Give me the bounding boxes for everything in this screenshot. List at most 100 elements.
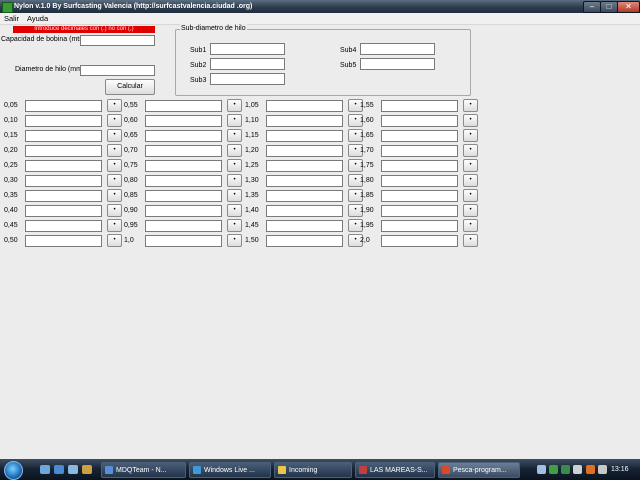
- diameter-result-input[interactable]: [145, 145, 222, 157]
- diameter-result-input[interactable]: [145, 175, 222, 187]
- menu-salir[interactable]: Salir: [4, 14, 19, 24]
- diameter-result-input[interactable]: [381, 160, 458, 172]
- minimize-button[interactable]: –: [583, 1, 601, 13]
- tray-shield-icon[interactable]: [549, 465, 558, 474]
- diameter-calc-button[interactable]: •: [463, 174, 478, 187]
- diameter-calc-button[interactable]: •: [227, 159, 242, 172]
- diameter-calc-button[interactable]: •: [107, 159, 122, 172]
- diameter-result-input[interactable]: [381, 115, 458, 127]
- diameter-result-input[interactable]: [266, 130, 343, 142]
- diameter-result-input[interactable]: [381, 145, 458, 157]
- diameter-calc-button[interactable]: •: [227, 144, 242, 157]
- diameter-result-input[interactable]: [266, 220, 343, 232]
- diameter-result-input[interactable]: [381, 220, 458, 232]
- tray-people-icon[interactable]: [537, 465, 546, 474]
- diameter-calc-button[interactable]: •: [107, 144, 122, 157]
- diameter-result-input[interactable]: [266, 175, 343, 187]
- diameter-result-input[interactable]: [381, 130, 458, 142]
- diameter-calc-button[interactable]: •: [463, 219, 478, 232]
- diameter-result-input[interactable]: [25, 115, 102, 127]
- diameter-result-input[interactable]: [25, 175, 102, 187]
- diameter-result-input[interactable]: [266, 190, 343, 202]
- title-bar[interactable]: Nylon v.1.0 By Surfcasting Valencia (htt…: [0, 0, 640, 13]
- diameter-result-input[interactable]: [25, 130, 102, 142]
- diameter-result-input[interactable]: [145, 235, 222, 247]
- diameter-calc-button[interactable]: •: [227, 204, 242, 217]
- diameter-result-input[interactable]: [25, 160, 102, 172]
- close-button[interactable]: ✕: [617, 1, 640, 13]
- diameter-calc-button[interactable]: •: [463, 189, 478, 202]
- diameter-calc-button[interactable]: •: [227, 189, 242, 202]
- diameter-result-input[interactable]: [145, 160, 222, 172]
- diameter-calc-button[interactable]: •: [107, 129, 122, 142]
- diameter-calc-button[interactable]: •: [107, 234, 122, 247]
- maximize-button[interactable]: □: [600, 1, 618, 13]
- diameter-result-input[interactable]: [145, 100, 222, 112]
- diameter-calc-button[interactable]: •: [107, 219, 122, 232]
- diameter-calc-button[interactable]: •: [227, 174, 242, 187]
- diameter-calc-button[interactable]: •: [463, 204, 478, 217]
- quicklaunch-ie-icon[interactable]: [54, 465, 64, 474]
- diameter-result-input[interactable]: [381, 190, 458, 202]
- task-windows-live[interactable]: Windows Live ...: [189, 462, 271, 478]
- diameter-calc-button[interactable]: •: [463, 99, 478, 112]
- diameter-calc-button[interactable]: •: [227, 114, 242, 127]
- diameter-input[interactable]: [80, 65, 155, 76]
- sub5-input[interactable]: [360, 58, 435, 70]
- diameter-result-input[interactable]: [266, 235, 343, 247]
- diameter-result-input[interactable]: [145, 190, 222, 202]
- diameter-result-input[interactable]: [145, 205, 222, 217]
- diameter-result-input[interactable]: [381, 235, 458, 247]
- diameter-calc-button[interactable]: •: [107, 189, 122, 202]
- diameter-calc-button[interactable]: •: [107, 114, 122, 127]
- diameter-result-input[interactable]: [381, 100, 458, 112]
- diameter-calc-button[interactable]: •: [463, 144, 478, 157]
- sub4-input[interactable]: [360, 43, 435, 55]
- sub1-input[interactable]: [210, 43, 285, 55]
- calculate-button[interactable]: Calcular: [105, 79, 155, 95]
- task-las-mareas[interactable]: LAS MAREAS-S...: [355, 462, 435, 478]
- diameter-calc-button[interactable]: •: [227, 219, 242, 232]
- diameter-calc-button[interactable]: •: [107, 174, 122, 187]
- diameter-calc-button[interactable]: •: [463, 114, 478, 127]
- diameter-result-input[interactable]: [25, 190, 102, 202]
- tray-alert-icon[interactable]: [586, 465, 595, 474]
- task-mdqteam[interactable]: MDQTeam - N...: [101, 462, 186, 478]
- diameter-result-input[interactable]: [145, 220, 222, 232]
- diameter-result-input[interactable]: [266, 160, 343, 172]
- diameter-calc-button[interactable]: •: [227, 129, 242, 142]
- quicklaunch-switch-icon[interactable]: [68, 465, 78, 474]
- diameter-result-input[interactable]: [266, 205, 343, 217]
- diameter-calc-button[interactable]: •: [227, 99, 242, 112]
- diameter-calc-button[interactable]: •: [227, 234, 242, 247]
- task-pesca-program[interactable]: Pesca-program...: [438, 462, 520, 478]
- diameter-result-input[interactable]: [25, 220, 102, 232]
- diameter-calc-button[interactable]: •: [107, 204, 122, 217]
- diameter-calc-button[interactable]: •: [463, 234, 478, 247]
- sub3-input[interactable]: [210, 73, 285, 85]
- capacity-input[interactable]: [80, 35, 155, 46]
- diameter-result-input[interactable]: [25, 205, 102, 217]
- sub2-input[interactable]: [210, 58, 285, 70]
- task-incoming[interactable]: Incoming: [274, 462, 352, 478]
- menu-ayuda[interactable]: Ayuda: [27, 14, 48, 24]
- start-button[interactable]: [4, 461, 23, 480]
- diameter-result-input[interactable]: [25, 145, 102, 157]
- diameter-result-input[interactable]: [266, 115, 343, 127]
- volume-icon[interactable]: [598, 465, 607, 474]
- diameter-result-input[interactable]: [266, 145, 343, 157]
- tray-network-icon[interactable]: [573, 465, 582, 474]
- diameter-result-input[interactable]: [25, 235, 102, 247]
- diameter-calc-button[interactable]: •: [463, 129, 478, 142]
- tray-app-icon[interactable]: [561, 465, 570, 474]
- quicklaunch-folder-icon[interactable]: [82, 465, 92, 474]
- diameter-result-input[interactable]: [145, 115, 222, 127]
- diameter-calc-button[interactable]: •: [107, 99, 122, 112]
- diameter-result-input[interactable]: [145, 130, 222, 142]
- diameter-result-input[interactable]: [381, 205, 458, 217]
- quicklaunch-desktop-icon[interactable]: [40, 465, 50, 474]
- diameter-result-input[interactable]: [25, 100, 102, 112]
- diameter-result-input[interactable]: [266, 100, 343, 112]
- diameter-result-input[interactable]: [381, 175, 458, 187]
- diameter-calc-button[interactable]: •: [463, 159, 478, 172]
